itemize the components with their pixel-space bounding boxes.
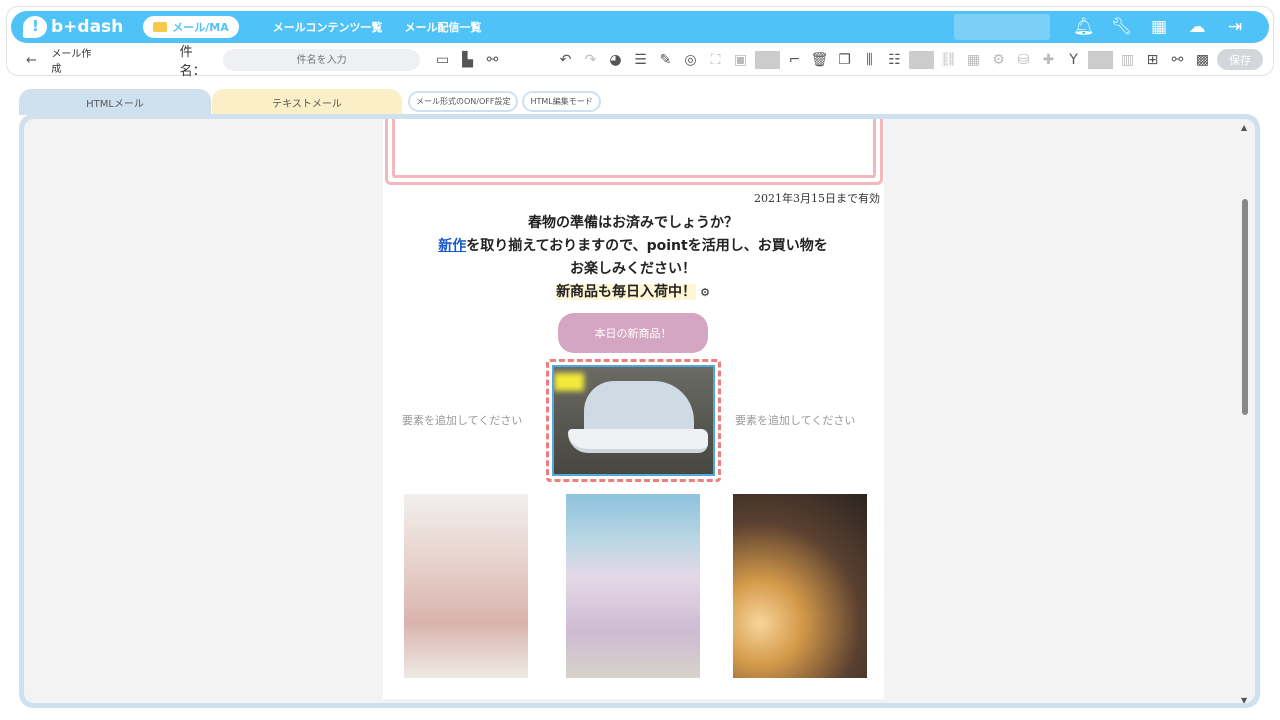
logo-mark-icon: [23, 16, 47, 38]
add-element-placeholder-right[interactable]: 要素を追加してください: [735, 412, 855, 428]
header-actions: 🔔︎ 🔧︎ ▦ ☁ ⇥: [1073, 11, 1245, 43]
user-info-area[interactable]: [954, 14, 1050, 40]
toolbar-divider: [1088, 51, 1113, 69]
columns-icon[interactable]: ⫼: [857, 52, 882, 68]
subject-tools: ▭ ▙ ⚯: [430, 52, 505, 68]
subject-label: 件名：: [179, 45, 206, 79]
contact-icon[interactable]: ▩: [1190, 52, 1215, 68]
editor-canvas[interactable]: 2021年3月15日まで有効 春物の準備はお済みでしょうか？ 新作を取り揃えてお…: [24, 119, 1255, 703]
branch-icon[interactable]: Y: [1061, 52, 1086, 68]
message-line-3: お楽しみください！: [570, 261, 696, 277]
redo-icon[interactable]: ↷: [578, 52, 603, 68]
module-pill-mail-ma[interactable]: メール/MA: [143, 16, 239, 38]
format-toggle-button[interactable]: メール形式のON/OFF設定: [408, 91, 519, 112]
calendar-icon[interactable]: ▦: [961, 52, 986, 68]
cta-button[interactable]: 本日の新商品！: [558, 313, 708, 353]
top-navbar: b+dash メール/MA メールコンテンツ一覧 メール配信一覧 🔔︎ 🔧︎ ▦…: [11, 11, 1269, 43]
image-glare: [554, 373, 584, 391]
trash-icon[interactable]: 🗑︎: [807, 52, 832, 68]
target-icon[interactable]: ◎: [678, 52, 703, 68]
html-edit-mode-button[interactable]: HTML編集モード: [522, 91, 601, 112]
hat-woman-image[interactable]: [733, 494, 867, 678]
tab-text-mail[interactable]: テキストメール: [212, 89, 402, 115]
schedule-icon[interactable]: ▙: [455, 52, 480, 68]
vertical-scrollbar[interactable]: ▲ ▼: [1239, 123, 1251, 703]
copy-icon[interactable]: ❐: [832, 52, 857, 68]
save-button[interactable]: 保存: [1217, 49, 1263, 70]
message-block[interactable]: 春物の準備はお済みでしょうか？ 新作を取り揃えておりますので、pointを活用し…: [403, 212, 863, 304]
palette-icon[interactable]: ◕: [603, 52, 628, 68]
brand-name: b+dash: [51, 17, 124, 37]
coats-rack-image[interactable]: [404, 494, 528, 678]
fullscreen-icon[interactable]: ⛶: [703, 52, 728, 68]
scroll-down-icon[interactable]: ▼: [1241, 696, 1247, 703]
align-icon[interactable]: ☰: [628, 52, 653, 68]
toolbar-divider: [909, 51, 934, 69]
preview-icon[interactable]: ▭: [430, 52, 455, 68]
toolbar-divider: [755, 51, 780, 69]
page-title: メール作成: [51, 49, 92, 75]
selected-image-block[interactable]: [546, 359, 721, 482]
header-frame[interactable]: [385, 119, 883, 185]
message-line-4-text: 新商品も毎日入荷中！: [556, 284, 697, 300]
editor-panel: 2021年3月15日まで有効 春物の準備はお済みでしょうか？ 新作を取り揃えてお…: [19, 114, 1260, 708]
database-icon[interactable]: ⛁: [1011, 52, 1036, 68]
wrench-icon[interactable]: 🔧︎: [1111, 17, 1133, 37]
valid-until-text[interactable]: 2021年3月15日まで有効: [754, 190, 880, 206]
tab-html-mail[interactable]: HTMLメール: [19, 89, 211, 115]
link-icon[interactable]: ⛓: [936, 52, 961, 68]
mail-format-tabs: HTMLメール テキストメール メール形式のON/OFF設定 HTML編集モード: [19, 87, 601, 115]
new-items-link[interactable]: 新作: [438, 238, 466, 254]
rows-icon[interactable]: ☷: [882, 52, 907, 68]
nav-mail-delivery[interactable]: メール配信一覧: [405, 19, 482, 35]
gear-icon[interactable]: ⚙: [700, 281, 710, 304]
add-note-icon[interactable]: ✚: [1036, 52, 1061, 68]
editor-toolbar-row: ← メール作成 件名： ▭ ▙ ⚯ ↶ ↷ ◕ ☰ ✎ ◎ ⛶ ▣ ⌐ 🗑︎ ❐…: [20, 45, 1265, 79]
gears-icon[interactable]: ⚙: [986, 52, 1011, 68]
add-block-icon[interactable]: ⊞: [1140, 52, 1165, 68]
message-line-2: 新作を取り揃えておりますので、pointを活用し、お買い物を: [403, 235, 863, 258]
module-pill-label: メール/MA: [172, 21, 229, 34]
pleated-skirt-image[interactable]: [566, 494, 700, 678]
blocks-icon[interactable]: ▥: [1115, 52, 1140, 68]
mail-module-icon: [153, 22, 168, 32]
pen-icon[interactable]: ✎: [653, 52, 678, 68]
user-cloud-icon[interactable]: ☁: [1187, 17, 1207, 37]
scroll-up-icon[interactable]: ▲: [1241, 123, 1247, 132]
crop-icon[interactable]: ⌐: [782, 52, 807, 68]
nav-mail-contents[interactable]: メールコンテンツ一覧: [273, 19, 383, 35]
subject-input[interactable]: [223, 49, 420, 71]
bell-icon[interactable]: 🔔︎: [1073, 17, 1095, 37]
sneaker-sole: [568, 429, 708, 453]
scroll-thumb[interactable]: [1242, 199, 1248, 415]
add-element-placeholder-left[interactable]: 要素を追加してください: [402, 412, 522, 428]
sneaker-image[interactable]: [552, 365, 715, 476]
apps-grid-icon[interactable]: ▦: [1149, 17, 1169, 37]
undo-icon[interactable]: ↶: [553, 52, 578, 68]
link-chain-icon[interactable]: ⚯: [1165, 52, 1190, 68]
format-tools: ↶ ↷ ◕ ☰ ✎ ◎ ⛶ ▣ ⌐ 🗑︎ ❐ ⫼ ☷ ⛓ ▦ ⚙ ⛁ ✚ Y ▥…: [553, 51, 1265, 69]
image-icon[interactable]: ▣: [728, 52, 753, 68]
link-settings-icon[interactable]: ⚯: [480, 52, 505, 68]
brand-logo[interactable]: b+dash: [23, 16, 123, 38]
message-line-1: 春物の準備はお済みでしょうか？: [528, 215, 738, 231]
logout-icon[interactable]: ⇥: [1225, 17, 1245, 37]
mail-body: 2021年3月15日まで有効 春物の準備はお済みでしょうか？ 新作を取り揃えてお…: [383, 119, 884, 699]
back-arrow-icon[interactable]: ←: [26, 53, 41, 68]
message-line-2-rest: を取り揃えておりますので、pointを活用し、お買い物を: [466, 238, 828, 254]
message-line-4: 新商品も毎日入荷中！ ⚙: [403, 281, 863, 304]
